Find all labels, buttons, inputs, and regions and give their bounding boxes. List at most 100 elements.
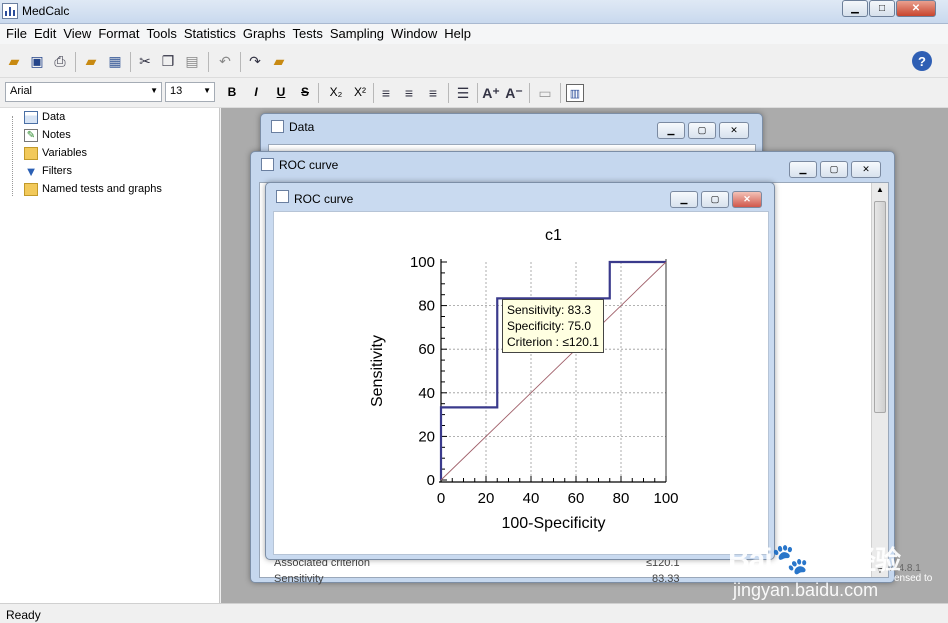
redo-icon[interactable]: ↷	[246, 52, 264, 70]
standard-toolbar: ▰ ▣ ⎙ ▰ ▦ ✂ ❐ ▤ ↶ ↷ ▰ ?	[0, 44, 948, 78]
minimize-button[interactable]: ▁	[789, 161, 817, 178]
chevron-down-icon: ▼	[203, 86, 211, 95]
roc-graph-titlebar[interactable]: ROC curve ▁ ▢ ✕	[266, 183, 774, 209]
open-data-icon[interactable]: ▰	[82, 52, 100, 70]
tree-item-notes[interactable]: ✎ Notes	[24, 127, 71, 143]
restore-button[interactable]: ▢	[820, 161, 848, 178]
spreadsheet-icon[interactable]: ▦	[106, 52, 124, 70]
save-icon[interactable]: ▣	[28, 52, 46, 70]
align-left-icon[interactable]: ≡	[377, 84, 395, 102]
close-button[interactable]: ✕	[896, 0, 936, 17]
watermark-url: jingyan.baidu.com	[733, 580, 879, 600]
align-center-icon[interactable]: ≡	[400, 84, 418, 102]
toolbar-separator	[130, 52, 131, 72]
tree-item-data[interactable]: Data	[24, 109, 65, 125]
roc-graph-title: ROC curve	[294, 192, 354, 206]
x-tick-label: 40	[523, 490, 540, 507]
y-tick-label: 20	[418, 428, 435, 445]
comment-icon[interactable]: ▭	[536, 84, 554, 102]
tree-item-variables[interactable]: Variables	[24, 145, 87, 161]
underline-button[interactable]: U	[272, 83, 290, 101]
menu-tools[interactable]: Tools	[139, 24, 176, 41]
close-button[interactable]: ✕	[719, 122, 749, 139]
paste-icon[interactable]: ▤	[183, 52, 201, 70]
align-right-icon[interactable]: ≡	[424, 84, 442, 102]
roc-report-titlebar[interactable]: ROC curve ▁ ▢ ✕	[251, 152, 894, 178]
print-icon[interactable]: ⎙	[51, 52, 69, 70]
document-icon	[261, 158, 274, 171]
close-button[interactable]: ✕	[732, 191, 762, 208]
close-button[interactable]: ✕	[851, 161, 881, 178]
menu-tests[interactable]: Tests	[286, 24, 323, 41]
tree-item-named-tests[interactable]: Named tests and graphs	[24, 181, 162, 197]
app-title: MedCalc	[22, 4, 70, 18]
increase-font-icon[interactable]: A⁺	[482, 84, 500, 102]
menu-bar: File Edit View Format Tools Statistics Graphs T…	[0, 24, 948, 44]
menu-format[interactable]: Format	[91, 24, 139, 41]
copy-icon[interactable]: ❐	[159, 52, 177, 70]
menu-window[interactable]: Window	[384, 24, 437, 41]
roc-chart: 0 20 40 60 80 100 0 20 40 60 80 100 c1 100-Specificit…	[369, 227, 679, 532]
tree-item-label: Filters	[42, 165, 72, 177]
restore-button[interactable]: ▢	[701, 191, 729, 208]
italic-button[interactable]: I	[247, 83, 265, 101]
toolbar-separator	[208, 52, 209, 72]
watermark-logo: Bai🐾du 经验	[728, 543, 901, 576]
roc-graph-window[interactable]: ROC curve ▁ ▢ ✕ 0 20 40 60 80 100 0 20 40 60 80 100…	[265, 182, 775, 560]
medcalc-app-icon	[2, 3, 18, 19]
export-icon[interactable]: ▰	[270, 52, 288, 70]
status-text: Ready	[6, 608, 41, 622]
scroll-up-icon[interactable]: ▲	[876, 185, 884, 194]
subscript-button[interactable]: X₂	[325, 83, 347, 101]
minimize-button[interactable]: ▁	[657, 122, 685, 139]
y-tick-label: 40	[418, 385, 435, 402]
menu-edit[interactable]: Edit	[27, 24, 56, 41]
graph-icon	[276, 190, 289, 203]
x-tick-label: 80	[613, 490, 630, 507]
x-tick-label: 60	[568, 490, 585, 507]
toolbar-separator	[529, 83, 530, 103]
chart-title: c1	[545, 227, 562, 244]
folder-graph-icon	[24, 182, 38, 196]
toolbar-separator	[75, 52, 76, 72]
graph-icon[interactable]: ▥	[566, 84, 584, 102]
strikethrough-button[interactable]: S	[296, 83, 314, 101]
spreadsheet-icon	[24, 110, 38, 124]
data-window-titlebar[interactable]: Data ▁ ▢ ✕	[261, 114, 762, 140]
maximize-button[interactable]: □	[869, 0, 895, 17]
undo-icon[interactable]: ↶	[216, 52, 234, 70]
minimize-button[interactable]: ▁	[842, 0, 868, 17]
menu-file[interactable]: File	[0, 24, 27, 41]
menu-help[interactable]: Help	[437, 24, 471, 41]
help-icon[interactable]: ?	[912, 51, 932, 71]
toolbar-separator	[318, 83, 319, 103]
menu-view[interactable]: View	[56, 24, 91, 41]
font-size-select[interactable]: 13 ▼	[165, 82, 215, 102]
decrease-font-icon[interactable]: A⁻	[505, 84, 523, 102]
tree-item-filters[interactable]: ▼ Filters	[24, 163, 72, 179]
restore-button[interactable]: ▢	[688, 122, 716, 139]
vertical-scrollbar[interactable]: ▲ ▼	[871, 183, 888, 577]
y-tick-label: 80	[418, 298, 435, 315]
minimize-button[interactable]: ▁	[670, 191, 698, 208]
bold-button[interactable]: B	[223, 83, 241, 101]
toolbar-separator	[373, 83, 374, 103]
tree-item-label: Variables	[42, 147, 88, 159]
chevron-down-icon: ▼	[150, 86, 158, 95]
font-select[interactable]: Arial ▼	[5, 82, 162, 102]
bullet-list-icon[interactable]: ☰	[454, 84, 472, 102]
scrollbar-thumb[interactable]	[874, 201, 886, 413]
tooltip-specificity: Specificity: 75.0	[507, 319, 592, 333]
roc-report-title: ROC curve	[279, 158, 339, 172]
menu-statistics[interactable]: Statistics	[177, 24, 236, 41]
cut-icon[interactable]: ✂	[136, 52, 154, 70]
font-select-value: Arial	[10, 85, 33, 97]
menu-graphs[interactable]: Graphs	[236, 24, 286, 41]
superscript-button[interactable]: X²	[349, 83, 371, 101]
tree-item-label: Data	[42, 111, 66, 123]
data-window-title: Data	[289, 120, 315, 134]
app-titlebar: MedCalc ▁ □ ✕	[0, 0, 948, 24]
menu-sampling[interactable]: Sampling	[323, 24, 384, 41]
table-cell: Sensitivity	[274, 573, 324, 585]
open-folder-icon[interactable]: ▰	[5, 52, 23, 70]
